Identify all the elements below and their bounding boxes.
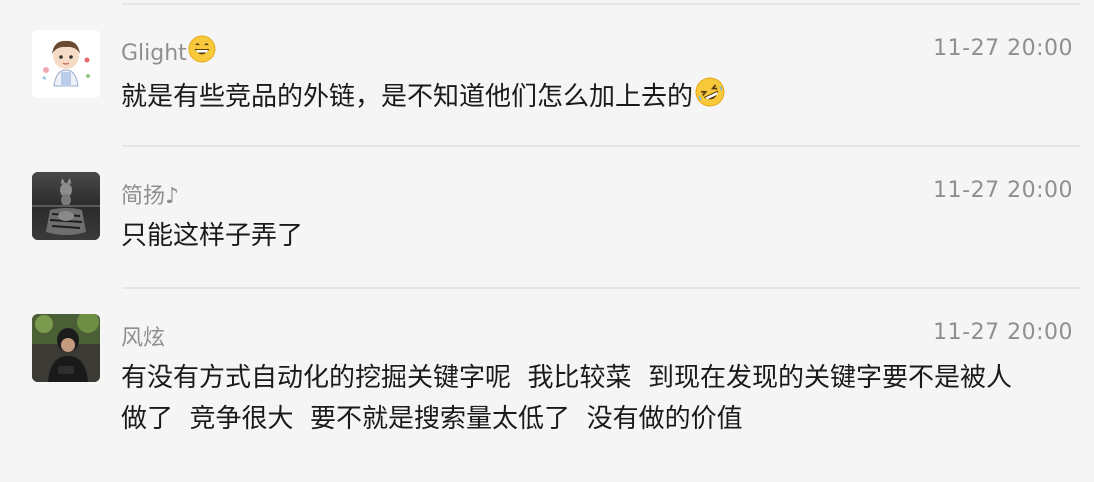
message-timestamp: 11-27 20:00	[933, 178, 1073, 203]
message-text: 有没有方式自动化的挖掘关键字呢 我比较菜 到现在发现的关键字要不是被人 做了 竞…	[121, 358, 1071, 440]
divider	[122, 145, 1080, 147]
cartoon-boy-avatar-icon	[32, 30, 100, 98]
sender-name: 简扬♪	[121, 184, 180, 209]
sender-name: Glight	[121, 35, 216, 69]
message-text-content: 就是有些竞品的外链，是不知道他们怎么加上去的	[121, 82, 694, 112]
sender-name-text: Glight	[121, 41, 187, 66]
rolling-on-floor-laughing-emoji-icon	[694, 76, 726, 121]
divider-top	[122, 3, 1080, 5]
cat-tiger-reflection-avatar-icon	[32, 172, 100, 240]
person-photo-avatar-icon	[32, 314, 100, 382]
message-timestamp: 11-27 20:00	[933, 36, 1073, 61]
divider	[122, 287, 1080, 289]
message-text-line: 做了 竞争很大 要不就是搜索量太低了 没有做的价值	[121, 404, 743, 434]
grinning-face-emoji-icon	[188, 35, 216, 69]
message-timestamp: 11-27 20:00	[933, 320, 1073, 345]
message-text: 就是有些竞品的外链，是不知道他们怎么加上去的	[121, 76, 1071, 121]
message-text: 只能这样子弄了	[121, 221, 304, 251]
message-text-line: 有没有方式自动化的挖掘关键字呢 我比较菜 到现在发现的关键字要不是被人	[121, 363, 1013, 393]
avatar[interactable]	[32, 172, 100, 240]
sender-name: 风炫	[121, 326, 166, 351]
avatar[interactable]	[32, 30, 100, 98]
avatar[interactable]	[32, 314, 100, 382]
